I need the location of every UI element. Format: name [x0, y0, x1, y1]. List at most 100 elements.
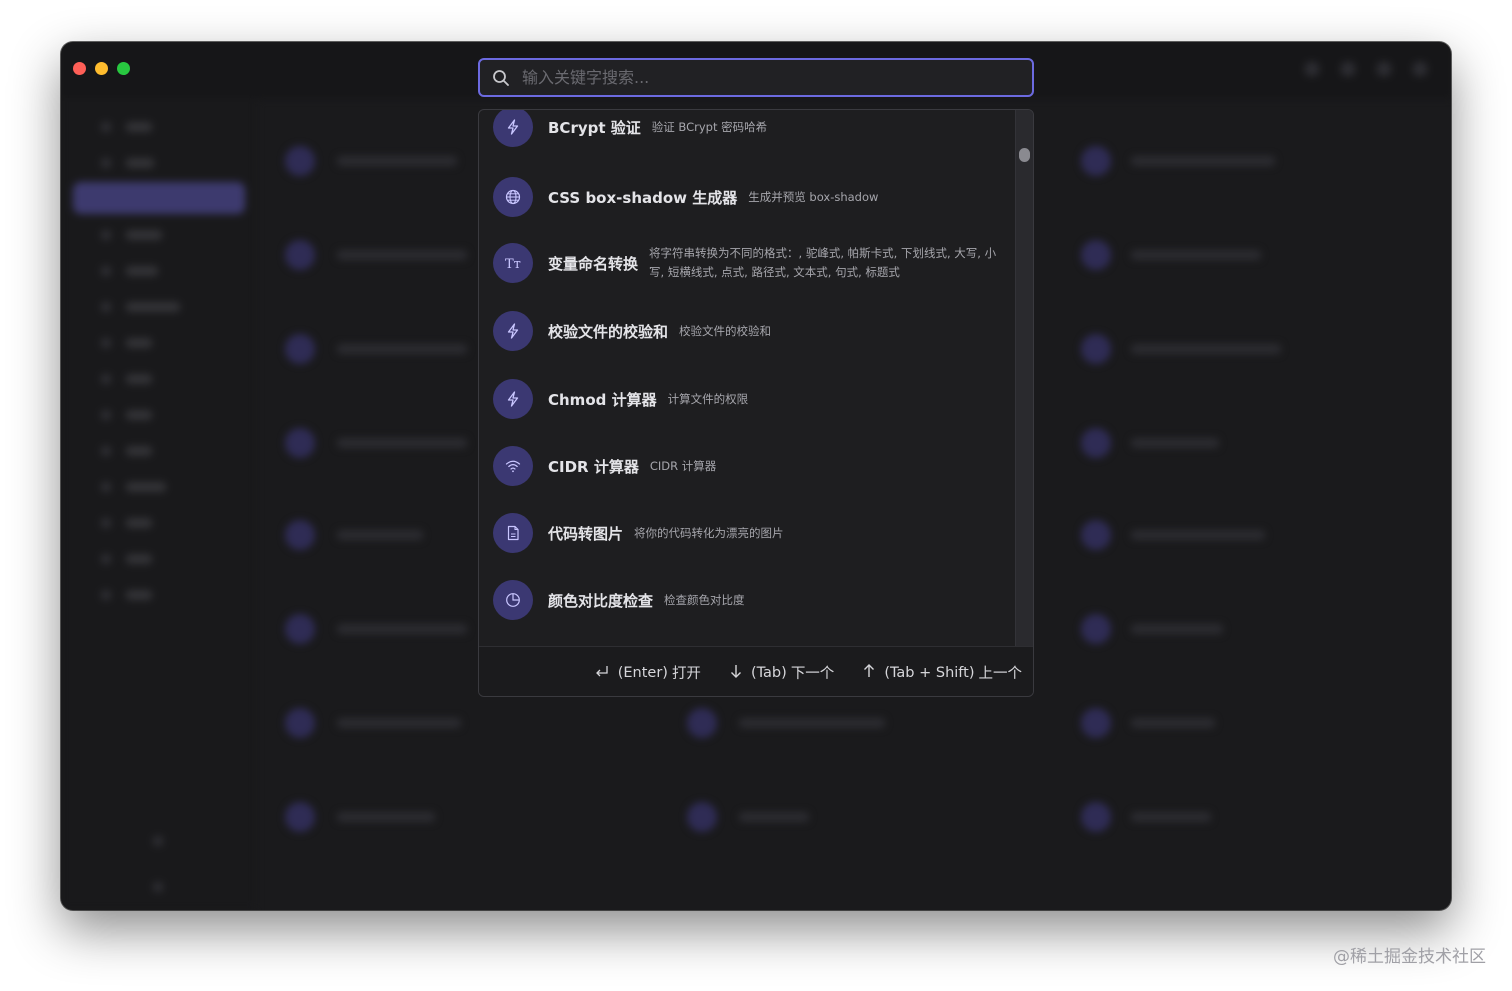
result-title: CSS box-shadow 生成器	[548, 188, 738, 207]
background-card-line	[337, 530, 423, 540]
result-item[interactable]: 颜色对比度检查 检查颜色对比度	[479, 566, 1016, 634]
background-card-line	[1131, 344, 1281, 354]
background-sidebar-label	[126, 554, 152, 564]
bolt-icon	[493, 311, 533, 351]
result-item[interactable]: CSS box-shadow 生成器 生成并预览 box-shadow	[479, 164, 1016, 230]
next-key: (Tab)	[750, 664, 787, 681]
background-card-icon	[285, 802, 315, 832]
background-card-icon	[687, 802, 717, 832]
background-card-line	[337, 250, 467, 260]
background-sidebar-icon	[101, 158, 111, 168]
background-card-icon	[1081, 334, 1111, 364]
result-description: 将你的代码转化为漂亮的图片	[634, 525, 784, 540]
background-card-icon	[285, 520, 315, 550]
close-window-button[interactable]	[73, 62, 86, 75]
result-description: 计算文件的权限	[667, 391, 749, 406]
background-sidebar-icon	[101, 374, 111, 384]
keyboard-hints: (Enter) 打开 (Tab) 下一个 (Tab + Shift) 上一个	[479, 646, 1033, 696]
background-sidebar-label	[126, 518, 152, 528]
background-card-line	[337, 156, 457, 166]
background-sidebar-label	[126, 374, 152, 384]
svg-text:Tт: Tт	[505, 257, 521, 271]
background-sidebar-icon	[101, 122, 111, 132]
results-list: BCrypt 验证 验证 BCrypt 密码哈希 CSS box-shadow …	[479, 110, 1016, 646]
background-top-icon	[1305, 62, 1319, 76]
background-top-icon	[1413, 62, 1427, 76]
result-item[interactable]: 校验文件的校验和 校验文件的校验和	[479, 296, 1016, 366]
result-description: 生成并预览 box-shadow	[748, 189, 879, 204]
background-sidebar-icon	[153, 836, 163, 846]
arrow-down-icon	[729, 663, 743, 683]
result-item[interactable]: BCrypt 验证 验证 BCrypt 密码哈希	[479, 110, 1016, 164]
background-card-line	[1131, 438, 1219, 448]
text-case-icon: Tт	[493, 243, 533, 283]
background-sidebar-label	[126, 266, 158, 276]
background-card-icon	[285, 334, 315, 364]
background-card-line	[337, 344, 467, 354]
background-card-line	[1131, 718, 1215, 728]
result-description: 将字符串转换为不同的格式：, 驼峰式, 帕斯卡式, 下划线式, 大写, 小写, …	[649, 246, 997, 279]
background-card-line	[337, 624, 467, 634]
background-sidebar-icon	[101, 410, 111, 420]
background-card-line	[337, 718, 461, 728]
next-hint: (Tab) 下一个	[729, 662, 834, 683]
result-title: 代码转图片	[548, 524, 624, 543]
background-card-line	[739, 718, 885, 728]
globe-icon	[493, 177, 533, 217]
background-sidebar-icon	[101, 554, 111, 564]
background-card-line	[1131, 530, 1265, 540]
prev-key: (Tab + Shift)	[884, 664, 975, 681]
background-sidebar-icon	[101, 518, 111, 528]
results-scrollbar[interactable]	[1015, 110, 1033, 646]
background-card-line	[1131, 812, 1211, 822]
search-input[interactable]	[522, 68, 1032, 87]
file-icon	[493, 513, 533, 553]
watermark: @稀土掘金技术社区	[1333, 947, 1486, 967]
background-top-icon	[1341, 62, 1355, 76]
background-sidebar	[61, 42, 256, 910]
background-card-icon	[1081, 240, 1111, 270]
background-card-icon	[1081, 146, 1111, 176]
next-label: 下一个	[790, 666, 835, 682]
scrollbar-thumb[interactable]	[1019, 148, 1030, 162]
result-title: 变量命名转换	[548, 254, 639, 273]
bolt-icon	[493, 379, 533, 419]
open-label: 打开	[671, 666, 701, 682]
enter-key-icon	[594, 664, 610, 682]
background-card-icon	[687, 708, 717, 738]
background-sidebar-label	[126, 230, 162, 240]
search-icon	[492, 69, 510, 87]
background-sidebar-icon	[101, 266, 111, 276]
prev-hint: (Tab + Shift) 上一个	[862, 662, 1022, 683]
arrow-up-icon	[862, 663, 876, 683]
result-title: 颜色对比度检查	[548, 591, 654, 610]
background-sidebar-label	[126, 590, 152, 600]
background-sidebar-active-item	[73, 182, 245, 214]
result-item[interactable]: Tт 变量命名转换 将字符串转换为不同的格式：, 驼峰式, 帕斯卡式, 下划线式…	[479, 230, 1016, 296]
result-description: CIDR 计算器	[649, 458, 717, 473]
result-item[interactable]: Chmod 计算器 计算文件的权限	[479, 366, 1016, 432]
result-description: 检查颜色对比度	[664, 592, 745, 607]
background-card-icon	[285, 428, 315, 458]
background-sidebar-label	[126, 122, 152, 132]
result-title: 校验文件的校验和	[548, 322, 669, 341]
background-sidebar-label	[126, 446, 152, 456]
wifi-icon	[493, 446, 533, 486]
search-box[interactable]	[478, 58, 1034, 97]
background-card-icon	[1081, 708, 1111, 738]
background-sidebar-icon	[101, 338, 111, 348]
result-item[interactable]: CIDR 计算器 CIDR 计算器	[479, 432, 1016, 500]
window-controls	[73, 62, 130, 75]
background-card-line	[739, 812, 809, 822]
result-item[interactable]: 代码转图片 将你的代码转化为漂亮的图片	[479, 500, 1016, 566]
background-sidebar-label	[126, 338, 152, 348]
minimize-window-button[interactable]	[95, 62, 108, 75]
background-card-icon	[285, 146, 315, 176]
maximize-window-button[interactable]	[117, 62, 130, 75]
result-title: BCrypt 验证	[548, 118, 641, 137]
open-key: (Enter)	[617, 664, 668, 681]
result-title: Chmod 计算器	[548, 390, 657, 409]
background-card-icon	[285, 708, 315, 738]
background-card-line	[337, 812, 435, 822]
background-card-icon	[1081, 614, 1111, 644]
